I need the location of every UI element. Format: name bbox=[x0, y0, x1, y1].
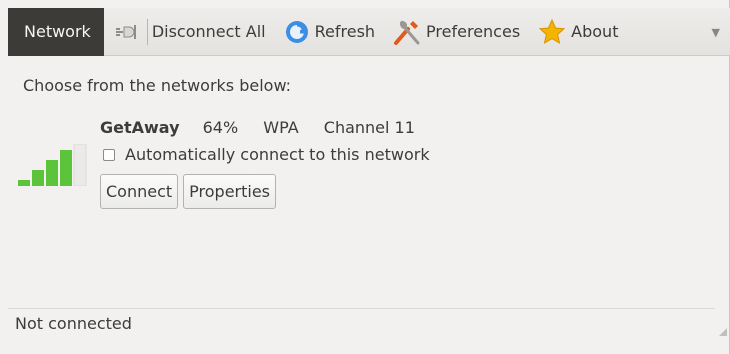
star-icon bbox=[538, 18, 566, 46]
resize-grip-icon[interactable] bbox=[719, 328, 727, 336]
properties-button[interactable]: Properties bbox=[183, 174, 277, 209]
network-channel: Channel 11 bbox=[323, 118, 415, 137]
refresh-label: Refresh bbox=[314, 22, 376, 41]
signal-strength-icon bbox=[18, 144, 87, 186]
chevron-down-icon[interactable]: ▼ bbox=[712, 8, 720, 56]
preferences-label: Preferences bbox=[426, 22, 521, 41]
refresh-icon bbox=[284, 19, 310, 45]
networks-prompt: Choose from the networks below: bbox=[23, 76, 292, 95]
network-info: GetAway 64% WPA Channel 11 bbox=[100, 118, 415, 137]
network-security: WPA bbox=[263, 118, 299, 137]
about-button[interactable]: About bbox=[532, 8, 624, 56]
network-name: GetAway bbox=[100, 118, 180, 137]
preferences-button[interactable]: Preferences bbox=[387, 8, 526, 56]
unplug-icon bbox=[115, 22, 140, 42]
network-strength: 64% bbox=[202, 118, 239, 137]
disconnect-all-label: Disconnect All bbox=[151, 22, 266, 41]
wicd-window: Network Disconnect All Refresh Preferenc… bbox=[0, 0, 730, 354]
connect-button[interactable]: Connect bbox=[100, 174, 179, 209]
tab-network[interactable]: Network bbox=[8, 7, 104, 56]
separator bbox=[146, 18, 148, 45]
status-bar: Not connected bbox=[15, 314, 132, 333]
toolbar: Network Disconnect All Refresh Preferenc… bbox=[8, 7, 730, 56]
tools-icon bbox=[393, 18, 421, 46]
auto-connect-row[interactable]: Automatically connect to this network bbox=[103, 145, 430, 164]
network-actions: Connect Properties bbox=[100, 174, 277, 209]
disconnect-all-button[interactable]: Disconnect All bbox=[110, 8, 272, 56]
refresh-button[interactable]: Refresh bbox=[278, 8, 381, 56]
divider bbox=[8, 308, 715, 309]
auto-connect-label[interactable]: Automatically connect to this network bbox=[125, 145, 430, 164]
about-label: About bbox=[571, 22, 619, 41]
auto-connect-checkbox[interactable] bbox=[103, 148, 115, 161]
